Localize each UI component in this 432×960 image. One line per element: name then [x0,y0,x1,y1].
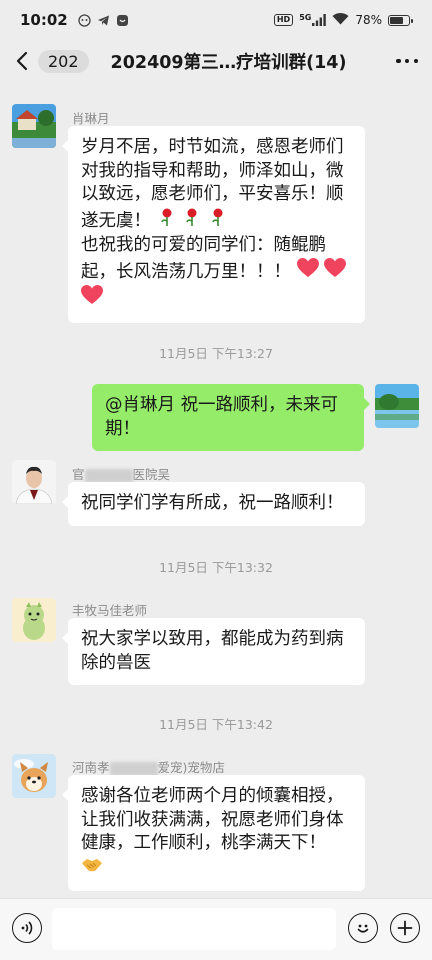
chat-header: 202 202409第三…疗培训群(14) [0,40,432,82]
app-icon [116,14,129,27]
avatar[interactable] [12,598,56,642]
message-timestamp: 11月5日 下午13:27 [159,346,273,361]
message-text-line: 健康，工作顺利，桃李满天下！ [81,833,326,853]
message-text-line: 遂无虞！ [81,210,151,231]
rose-emoji-icon [157,207,177,235]
redacted-text [109,761,158,776]
message-text-line: 对我的指导和帮助，师泽如山，微 [81,160,344,181]
message-text-line: 祝大家学以致用，都能成为药到病 [81,629,344,649]
message-bubble-sent[interactable]: @肖琳月 祝一路顺利，未来可 期！ [92,384,370,451]
message-timestamp: 11月5日 下午13:42 [159,717,273,732]
message-text-line: 起，长风浩荡几万里！！！ [81,261,291,282]
avatar[interactable] [12,104,56,148]
message-bubble[interactable]: 祝大家学以致用，都能成为药到病 除的兽医 [62,618,365,685]
heart-emoji-icon [324,257,347,286]
message-text-line: 岁月不居，时节如流，感恩老师们 [81,137,344,157]
redacted-text [84,468,133,483]
sender-name: 河南孝 爱宠)宠物店 [72,760,225,776]
emoji-icon[interactable] [348,913,378,943]
app-notification-icon [78,13,91,27]
message-bubble[interactable]: 祝同学们学有所成，祝一路顺利！ [62,482,365,526]
message-input-bar [0,898,432,960]
message-text-line: 也祝我的可爱的同学们：随鲲鹏 [81,235,326,255]
rose-emoji-icon [208,207,228,235]
hd-icon: HD [273,14,294,26]
message-input[interactable] [52,908,336,950]
message-text-line: 祝同学们学有所成，祝一路顺利！ [81,493,344,513]
message-timestamp: 11月5日 下午13:32 [159,560,273,575]
chat-title: 202409第三…疗培训群(14) [110,52,347,73]
back-arrow-icon[interactable] [12,51,32,71]
avatar[interactable] [12,754,56,798]
message-text-line: 让我们收获满满，祝愿老师们身体 [81,809,344,830]
rose-emoji-icon [182,207,202,235]
sender-name: 丰牧马佳老师 [72,603,148,618]
status-time: 10:02 [20,11,68,29]
message-bubble[interactable]: 感谢各位老师两个月的倾囊相授， 让我们收获满满，祝愿老师们身体 健康，工作顺利，… [62,775,365,891]
message-text-line: 以致远，愿老师们，平安喜乐！顺 [81,184,344,204]
telegram-icon [97,14,110,27]
heart-emoji-icon [81,285,103,313]
message-text-line: @肖琳月 祝一路顺利，未来可 [105,395,339,415]
signal-icon: 5G [299,14,327,26]
voice-input-icon[interactable] [12,913,42,943]
my-avatar[interactable] [375,384,419,428]
handshake-emoji-icon [81,856,103,882]
battery-percent: 78% [355,13,382,27]
battery-icon [388,14,413,26]
wifi-icon [332,12,349,28]
message-text-line: 期！ [105,418,140,439]
more-options-icon[interactable] [394,51,420,71]
sender-name: 官医院吴 [72,467,171,483]
message-text-line: 感谢各位老师两个月的倾囊相授， [81,786,344,806]
message-text-line: 除的兽医 [81,652,151,673]
plus-icon[interactable] [390,913,420,943]
status-bar: 10:02 HD 5G 78% [0,0,432,40]
unread-count-badge[interactable]: 202 [38,49,89,73]
message-bubble[interactable]: 岁月不居，时节如流，感恩老师们 对我的指导和帮助，师泽如山，微 以致远，愿老师们… [62,126,365,323]
sender-name: 肖琳月 [72,111,110,126]
avatar[interactable] [12,460,56,504]
heart-emoji-icon [296,257,319,286]
